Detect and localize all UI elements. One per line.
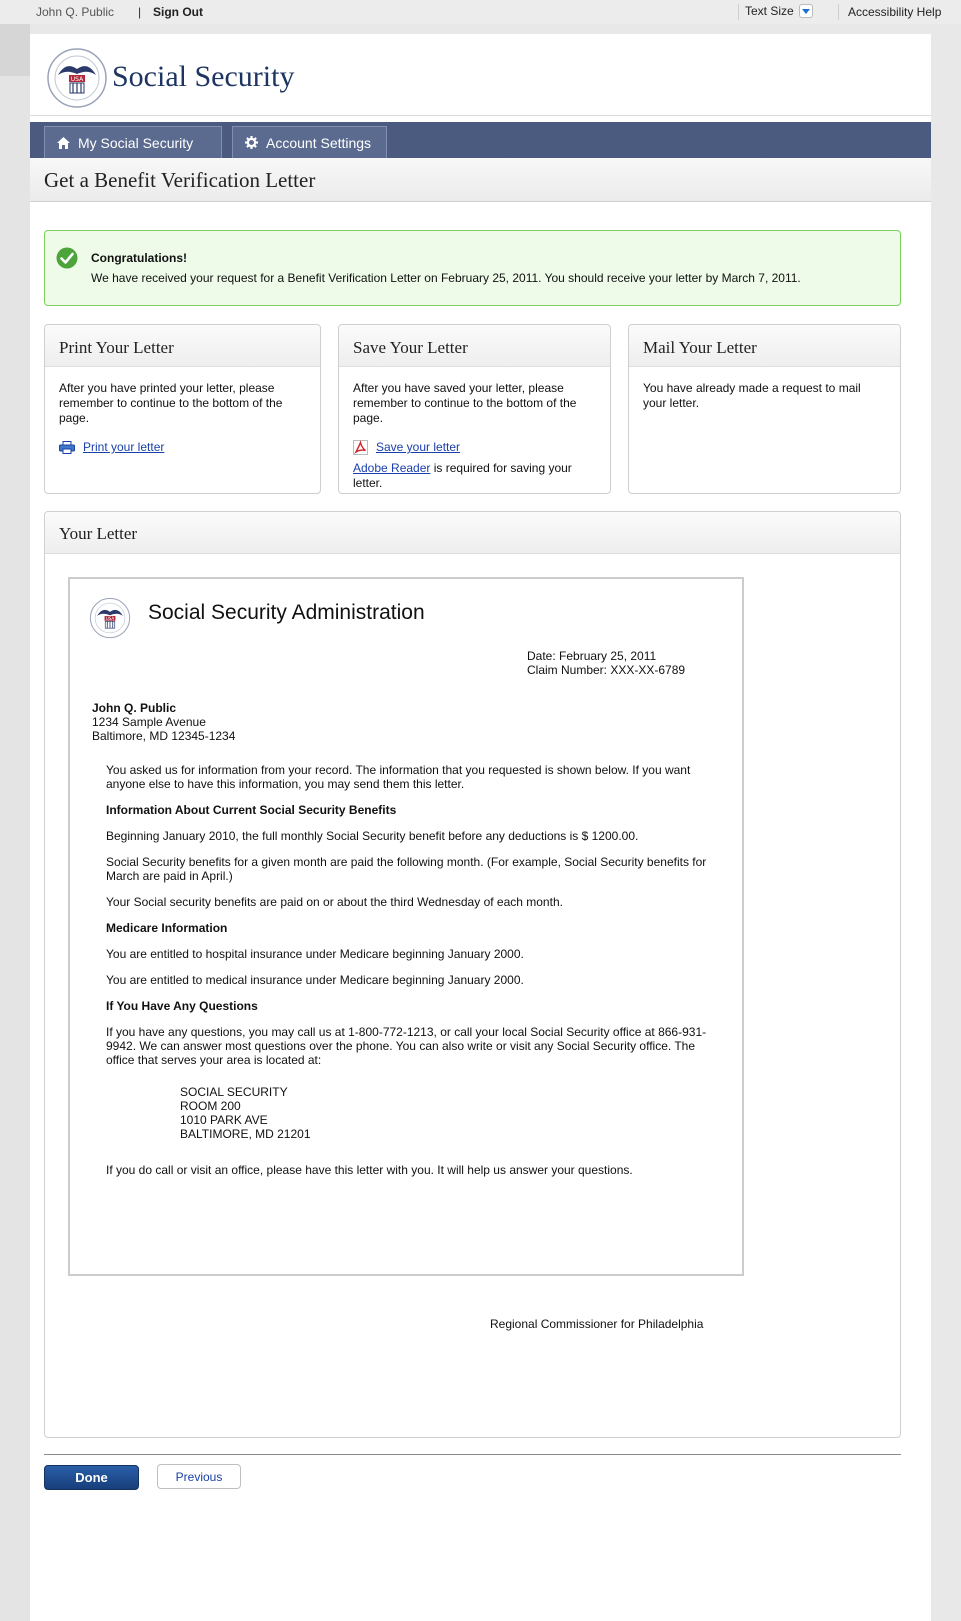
recipient-name: John Q. Public bbox=[92, 701, 177, 715]
recipient-street: 1234 Sample Avenue bbox=[92, 715, 206, 729]
user-name: John Q. Public bbox=[36, 5, 115, 19]
letter-heading: If You Have Any Questions bbox=[106, 999, 258, 1013]
utility-divider bbox=[738, 4, 739, 20]
svg-text:USA: USA bbox=[71, 76, 84, 83]
chevron-down-icon[interactable] bbox=[798, 4, 813, 18]
utility-divider bbox=[838, 4, 839, 20]
accessibility-help-link[interactable]: Accessibility Help bbox=[848, 5, 941, 19]
page-title: Get a Benefit Verification Letter bbox=[44, 168, 316, 192]
letter-document: USA Social Security Administration Date:… bbox=[68, 577, 744, 1331]
ssa-seal-icon[interactable]: USA bbox=[46, 47, 108, 109]
main-page: USA Social Security My Social Security A… bbox=[30, 34, 931, 1621]
tab-my-social-security[interactable]: My Social Security bbox=[44, 126, 222, 158]
letter-paragraph: If you have any questions, you may call … bbox=[106, 1025, 707, 1067]
letter-paragraph: You asked us for information from your r… bbox=[106, 763, 691, 791]
tab-label: Account Settings bbox=[266, 134, 372, 151]
recipient-city: Baltimore, MD 12345-1234 bbox=[92, 729, 236, 743]
letter-signature: Regional Commissioner for Philadelphia bbox=[490, 1317, 704, 1331]
letter-date: Date: February 25, 2011 bbox=[527, 649, 657, 663]
pdf-icon bbox=[353, 440, 368, 455]
card-title: Mail Your Letter bbox=[629, 325, 900, 367]
gear-icon bbox=[245, 136, 258, 149]
card-title: Print Your Letter bbox=[45, 325, 320, 367]
letter-dates: Date: February 25, 2011 Claim Number: XX… bbox=[527, 649, 685, 677]
letter-claim-number: Claim Number: XXX-XX-6789 bbox=[527, 663, 686, 677]
letter-paragraph: Social Security benefits for a given mon… bbox=[106, 855, 707, 883]
previous-button[interactable]: Previous bbox=[157, 1464, 241, 1489]
sign-out-link[interactable]: Sign Out bbox=[153, 5, 203, 19]
check-circle-icon bbox=[56, 247, 78, 269]
panel-title: Your Letter bbox=[45, 512, 900, 554]
text-size-control[interactable]: Text Size bbox=[745, 4, 813, 18]
card-text: You have already made a request to mail … bbox=[643, 381, 861, 410]
adobe-reader-link[interactable]: Adobe Reader bbox=[353, 461, 430, 475]
letter-heading: Medicare Information bbox=[106, 921, 228, 935]
recipient-address: John Q. Public 1234 Sample Avenue Baltim… bbox=[92, 701, 235, 743]
office-line: 1010 PARK AVE bbox=[180, 1113, 268, 1127]
letter-org-name: Social Security Administration bbox=[148, 601, 425, 624]
ssa-seal-icon: USA bbox=[89, 597, 131, 639]
left-background-band bbox=[0, 24, 30, 76]
letter-body: You asked us for information from your r… bbox=[106, 763, 712, 1189]
letter-paragraph: You are entitled to hospital insurance u… bbox=[106, 947, 524, 961]
footer-divider bbox=[44, 1454, 901, 1455]
card-text: After you have printed your letter, plea… bbox=[59, 381, 283, 425]
letter-heading: Information About Current Social Securit… bbox=[106, 803, 397, 817]
success-text: We have received your request for a Bene… bbox=[91, 271, 801, 285]
letter-paragraph: Your Social security benefits are paid o… bbox=[106, 895, 563, 909]
home-icon bbox=[57, 136, 70, 149]
office-line: ROOM 200 bbox=[180, 1099, 241, 1113]
left-background-strip bbox=[0, 24, 30, 1621]
print-letter-card: Print Your Letter After you have printed… bbox=[44, 324, 321, 494]
letter-paragraph: Beginning January 2010, the full monthly… bbox=[106, 829, 639, 843]
card-text: After you have saved your letter, please… bbox=[353, 381, 577, 425]
office-line: SOCIAL SECURITY bbox=[180, 1085, 288, 1099]
site-header: USA Social Security bbox=[30, 34, 931, 116]
tab-account-settings[interactable]: Account Settings bbox=[232, 126, 387, 158]
utility-bar: John Q. Public | Sign Out Text Size Acce… bbox=[0, 0, 961, 24]
printer-icon bbox=[59, 441, 75, 454]
text-size-label: Text Size bbox=[745, 4, 794, 18]
card-title: Save Your Letter bbox=[339, 325, 610, 367]
tab-label: My Social Security bbox=[78, 134, 194, 151]
success-title: Congratulations! bbox=[91, 251, 187, 265]
done-button[interactable]: Done bbox=[44, 1465, 139, 1490]
letter-paragraph: If you do call or visit an office, pleas… bbox=[106, 1163, 633, 1177]
your-letter-panel: Your Letter USA Social Security Administ… bbox=[44, 511, 901, 1438]
letter-paragraph: You are entitled to medical insurance un… bbox=[106, 973, 524, 987]
adobe-reader-note: Adobe Reader is required for saving your… bbox=[353, 461, 596, 491]
office-address: SOCIAL SECURITY ROOM 200 1010 PARK AVE B… bbox=[180, 1085, 712, 1141]
page-title-bar: Get a Benefit Verification Letter bbox=[30, 158, 931, 202]
brand-title[interactable]: Social Security bbox=[112, 60, 294, 94]
success-message: Congratulations! We have received your r… bbox=[44, 230, 901, 306]
utility-separator: | bbox=[138, 5, 142, 19]
save-letter-link[interactable]: Save your letter bbox=[376, 440, 460, 455]
main-nav: My Social Security Account Settings bbox=[30, 122, 931, 158]
save-letter-card: Save Your Letter After you have saved yo… bbox=[338, 324, 611, 494]
mail-letter-card: Mail Your Letter You have already made a… bbox=[628, 324, 901, 494]
print-letter-link[interactable]: Print your letter bbox=[83, 440, 164, 455]
svg-text:USA: USA bbox=[106, 616, 115, 621]
office-line: BALTIMORE, MD 21201 bbox=[180, 1127, 311, 1141]
